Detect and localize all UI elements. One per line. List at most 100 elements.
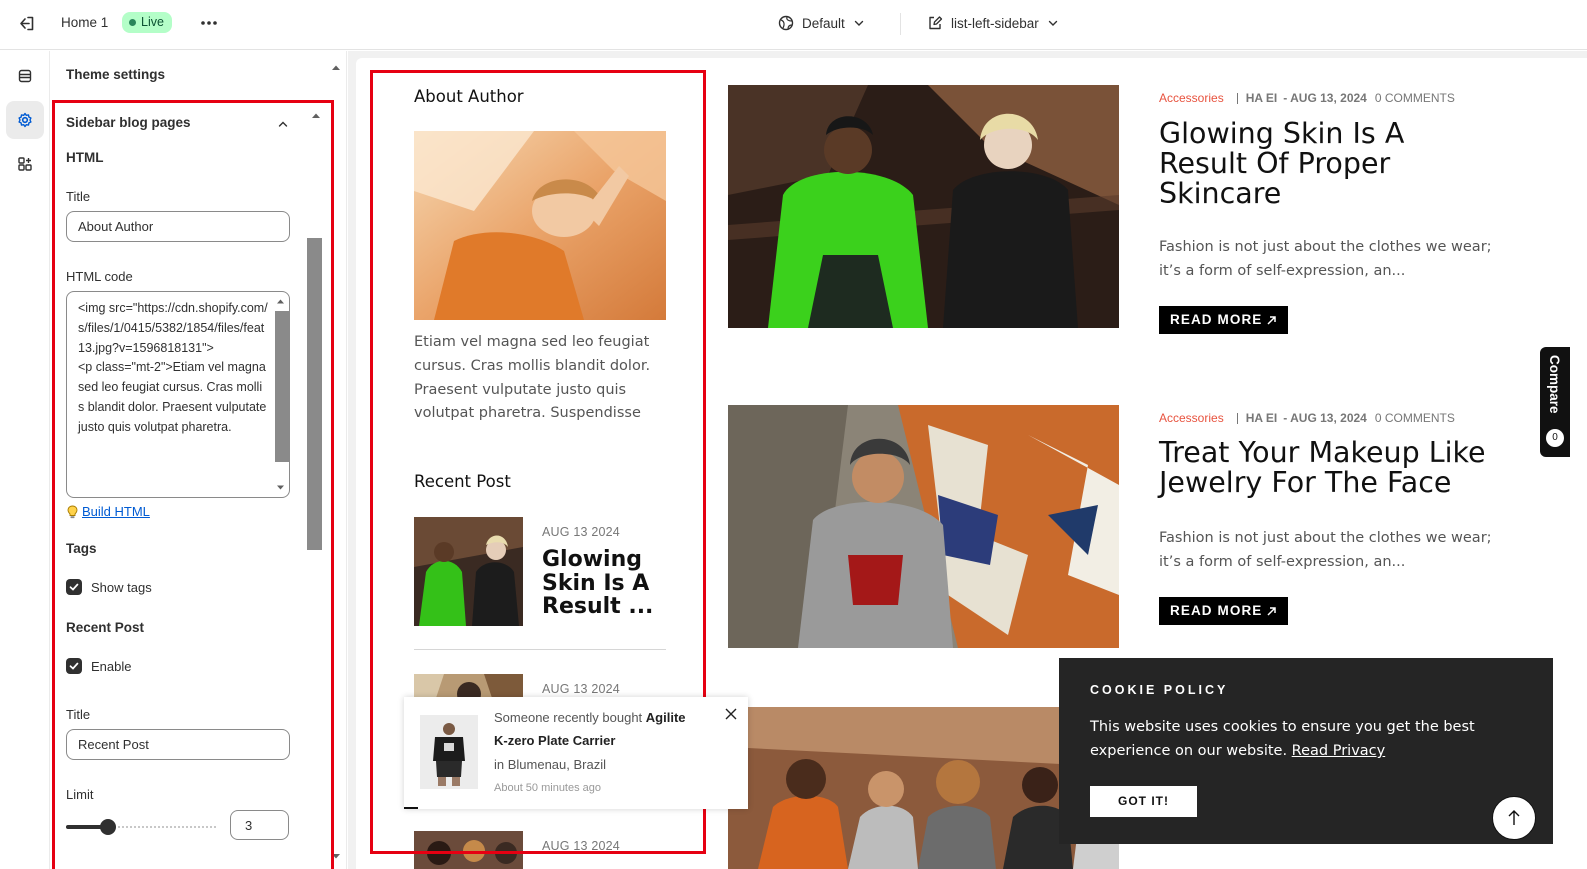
post-title[interactable]: Treat Your Makeup Like Jewelry For The F… bbox=[1159, 438, 1504, 498]
post-meta: Accessories HA EI - AUG 13, 2024 0 COMME… bbox=[1159, 411, 1455, 425]
panel-title: Theme settings bbox=[66, 67, 166, 82]
about-author-heading: About Author bbox=[414, 87, 524, 106]
post-comments: 0 COMMENTS bbox=[1374, 411, 1455, 425]
status-badge-label: Live bbox=[141, 15, 164, 29]
about-author-text: Etiam vel magna sed leo feugiat cursus. … bbox=[414, 334, 651, 422]
limit-label: Limit bbox=[66, 787, 94, 802]
notification-prefix: Someone recently bought bbox=[494, 710, 643, 725]
read-more-label: READ MORE bbox=[1170, 603, 1263, 618]
product-image[interactable] bbox=[420, 715, 478, 789]
read-privacy-link[interactable]: Read Privacy bbox=[1292, 743, 1386, 759]
back-to-top-button[interactable] bbox=[1492, 796, 1536, 840]
html-code-textarea[interactable]: <img src="https://cdn.shopify.com/s/file… bbox=[66, 291, 290, 498]
tags-heading: Tags bbox=[66, 541, 97, 556]
chevron-down-icon bbox=[1048, 20, 1057, 26]
exit-icon[interactable] bbox=[16, 13, 38, 35]
post-comments: 0 COMMENTS bbox=[1374, 91, 1455, 105]
apps-icon[interactable] bbox=[6, 145, 44, 183]
build-html-label: Build HTML bbox=[82, 504, 150, 519]
recent-post-thumbnail[interactable] bbox=[414, 517, 523, 626]
title-label: Title bbox=[66, 189, 91, 204]
recent-post-thumbnail[interactable] bbox=[414, 831, 523, 869]
read-more-button[interactable]: READ MORE bbox=[1159, 306, 1289, 334]
cookie-heading: COOKIE POLICY bbox=[1090, 683, 1229, 697]
theme-settings-icon[interactable] bbox=[6, 101, 44, 139]
theme-selector[interactable]: Default bbox=[778, 12, 865, 34]
notification-line: Someone recently bought Agilite bbox=[494, 710, 686, 725]
lightbulb-icon bbox=[67, 505, 78, 518]
build-html-link[interactable]: Build HTML bbox=[66, 504, 150, 519]
limit-slider[interactable] bbox=[66, 819, 216, 835]
settings-panel: Theme settings Sidebar blog pages HTML T… bbox=[51, 51, 347, 869]
cookie-text: This website uses cookies to ensure you … bbox=[1090, 715, 1520, 763]
html-code-value: <img src="https://cdn.shopify.com/s/file… bbox=[78, 301, 268, 434]
author-image bbox=[414, 131, 666, 320]
panel-scrollbar[interactable] bbox=[307, 238, 322, 550]
arrow-up-right-icon bbox=[1267, 315, 1277, 325]
divider bbox=[900, 13, 901, 35]
recent-post-heading: Recent Post bbox=[414, 472, 511, 491]
scroll-up-icon[interactable] bbox=[331, 59, 341, 77]
post-excerpt: Fashion is not just about the clothes we… bbox=[1159, 530, 1492, 570]
chevron-down-icon bbox=[854, 20, 863, 26]
editor-icon-rail bbox=[0, 51, 50, 869]
show-tags-label: Show tags bbox=[91, 579, 152, 595]
slider-handle[interactable] bbox=[100, 819, 116, 835]
recent-title-input[interactable]: Recent Post bbox=[66, 729, 290, 760]
textarea-scrollbar[interactable] bbox=[272, 297, 289, 492]
enable-recent-checkbox[interactable]: Enable bbox=[66, 658, 131, 674]
html-heading: HTML bbox=[66, 150, 104, 165]
post-image[interactable] bbox=[728, 85, 1119, 328]
limit-input[interactable]: 3 bbox=[230, 810, 289, 840]
recent-post-date: AUG 13 2024 bbox=[542, 839, 620, 853]
recent-post-date: AUG 13 2024 bbox=[542, 682, 620, 696]
post-category[interactable]: Accessories bbox=[1159, 91, 1224, 105]
globe-icon bbox=[778, 15, 794, 31]
post-date: - AUG 13, 2024 bbox=[1283, 411, 1367, 425]
post-category[interactable]: Accessories bbox=[1159, 411, 1224, 425]
section-title[interactable]: Sidebar blog pages bbox=[66, 115, 191, 130]
close-icon[interactable] bbox=[724, 707, 738, 721]
title-input[interactable]: About Author bbox=[66, 211, 290, 242]
chevron-up-icon[interactable] bbox=[277, 117, 289, 135]
compare-label: Compare bbox=[1547, 355, 1562, 414]
notification-time: About 50 minutes ago bbox=[494, 782, 602, 794]
theme-label: Default bbox=[802, 15, 845, 31]
cookie-banner: COOKIE POLICY This website uses cookies … bbox=[1059, 658, 1553, 844]
cookie-message: This website uses cookies to ensure you … bbox=[1090, 719, 1475, 759]
recent-post-heading: Recent Post bbox=[66, 620, 145, 635]
recent-title-label: Title bbox=[66, 707, 91, 722]
status-badge: Live bbox=[122, 12, 172, 33]
template-selector[interactable]: list-left-sidebar bbox=[927, 12, 1059, 34]
page-selector[interactable]: Home 1 bbox=[61, 15, 108, 30]
product-name-continued[interactable]: K-zero Plate Carrier bbox=[494, 733, 615, 748]
read-more-button[interactable]: READ MORE bbox=[1159, 597, 1289, 625]
more-actions-icon[interactable] bbox=[198, 12, 220, 34]
html-code-label: HTML code bbox=[66, 269, 133, 284]
editor-topbar: Home 1 Live Default list-left-sidebar bbox=[0, 0, 1587, 50]
show-tags-checkbox[interactable]: Show tags bbox=[66, 579, 152, 595]
edit-page-icon bbox=[929, 16, 943, 30]
read-more-label: READ MORE bbox=[1170, 312, 1263, 327]
post-excerpt: Fashion is not just about the clothes we… bbox=[1159, 239, 1492, 279]
arrow-up-icon bbox=[1508, 810, 1520, 825]
recent-post-date: AUG 13 2024 bbox=[542, 525, 620, 539]
notification-location: in Blumenau, Brazil bbox=[494, 757, 606, 772]
arrow-up-right-icon bbox=[1267, 606, 1277, 616]
compare-tab[interactable]: Compare 0 bbox=[1540, 347, 1570, 457]
checkmark-icon bbox=[66, 579, 82, 595]
enable-label: Enable bbox=[91, 658, 132, 674]
sales-notification[interactable]: Someone recently bought Agilite K-zero P… bbox=[404, 697, 748, 809]
compare-count: 0 bbox=[1546, 429, 1564, 447]
post-title[interactable]: Glowing Skin Is A Result Of Proper Skinc… bbox=[1159, 119, 1449, 209]
template-label: list-left-sidebar bbox=[951, 15, 1039, 31]
post-image[interactable] bbox=[728, 405, 1119, 648]
sections-icon[interactable] bbox=[6, 57, 44, 95]
recent-post-title[interactable]: Glowing Skin Is A Result ... bbox=[542, 548, 662, 619]
product-name[interactable]: Agilite bbox=[646, 710, 686, 725]
scroll-up-icon[interactable] bbox=[311, 107, 321, 125]
post-author: HA EI bbox=[1245, 411, 1278, 425]
scroll-down-icon[interactable] bbox=[331, 847, 341, 865]
checkmark-icon bbox=[66, 658, 82, 674]
accept-cookies-button[interactable]: GOT IT! bbox=[1090, 786, 1197, 817]
